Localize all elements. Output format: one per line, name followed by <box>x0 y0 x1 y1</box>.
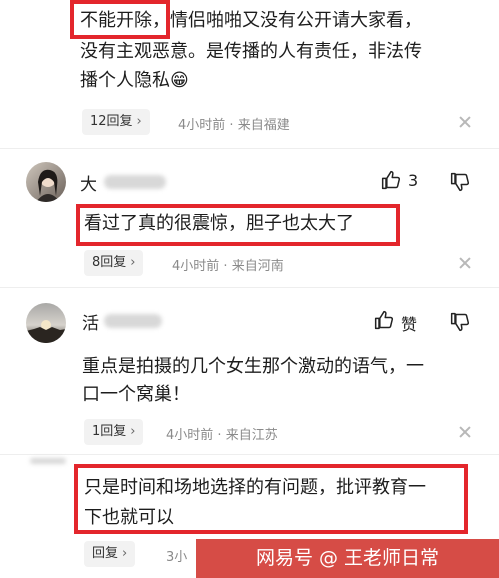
chevron-right-icon: › <box>130 424 136 439</box>
thumbs-down-icon[interactable] <box>450 172 470 192</box>
chevron-right-icon: › <box>136 114 142 129</box>
thumbs-down-icon[interactable] <box>450 312 470 332</box>
username[interactable]: 大 <box>80 170 97 195</box>
comment-1-text: ，情侣啪啪又没有公开请大家看， <box>152 10 422 31</box>
highlight-box <box>70 0 170 39</box>
avatar-partial <box>30 458 66 464</box>
reply-count: 1回复 <box>92 424 127 439</box>
avatar[interactable] <box>26 303 66 343</box>
divider <box>0 148 499 149</box>
timestamp: 4小时前 <box>172 259 220 274</box>
comment-1-text-end: 播个人隐私 <box>80 70 170 91</box>
timestamp: 3小 <box>166 550 188 565</box>
thumbs-up-icon[interactable] <box>374 310 394 330</box>
divider <box>0 287 499 288</box>
comment-meta: 4小时前 · 来自福建 <box>178 118 290 133</box>
close-icon[interactable] <box>459 257 471 269</box>
thumbs-up-icon[interactable] <box>381 170 401 190</box>
comment-3-line-2: 口一个窝巢！ <box>82 384 190 405</box>
reply-button[interactable]: 1回复 › <box>84 419 144 445</box>
location: 来自福建 <box>237 118 290 133</box>
close-icon[interactable] <box>459 116 471 128</box>
avatar-photo <box>26 320 66 343</box>
like-count: 3 <box>408 171 419 190</box>
comment-3-line-1: 重点是拍摄的几个女生那个激动的语气，一 <box>82 356 424 377</box>
comment-1-line-2: 没有主观恶意。是传播的人有责任，非法传 <box>80 41 422 62</box>
avatar-photo <box>36 169 60 202</box>
avatar[interactable] <box>26 162 66 202</box>
reply-button[interactable]: 8回复 › <box>84 250 144 276</box>
divider <box>0 454 499 455</box>
reply-count: 回复 <box>92 546 119 561</box>
location: 来自江苏 <box>225 428 278 443</box>
timestamp: 4小时前 <box>178 118 226 133</box>
reply-count: 12回复 <box>90 114 133 129</box>
username-blur <box>104 314 162 328</box>
chevron-right-icon: › <box>122 546 128 561</box>
grin-emoji-icon: 😁 <box>170 70 189 91</box>
close-icon[interactable] <box>459 426 471 438</box>
reply-count: 8回复 <box>92 255 127 270</box>
like-label: 赞 <box>401 315 418 334</box>
watermark: 网易号 @ 王老师日常 <box>196 539 499 578</box>
location: 来自河南 <box>231 259 284 274</box>
comment-meta: 4小时前 · 来自江苏 <box>166 428 278 443</box>
comment-1-line-3: 播个人隐私😁 <box>80 66 189 95</box>
username[interactable]: 活 <box>82 309 99 334</box>
timestamp: 4小时前 <box>166 428 214 443</box>
reply-button[interactable]: 回复 › <box>84 541 136 567</box>
highlight-box <box>76 204 400 246</box>
username-blur <box>104 175 166 189</box>
reply-button[interactable]: 12回复 › <box>82 109 150 135</box>
highlight-box <box>74 464 468 534</box>
chevron-right-icon: › <box>130 255 136 270</box>
comment-meta: 4小时前 · 来自河南 <box>172 259 284 274</box>
